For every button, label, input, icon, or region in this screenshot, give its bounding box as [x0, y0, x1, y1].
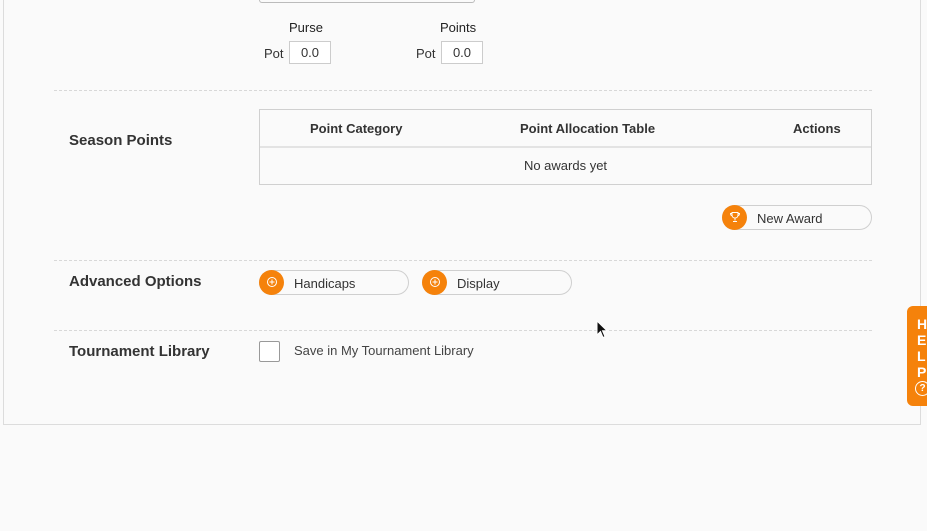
help-letter: P: [917, 364, 927, 380]
col-actions: Actions: [793, 121, 841, 136]
table-header: Point Category Point Allocation Table Ac…: [260, 110, 871, 148]
help-letters: H E L P: [917, 316, 927, 380]
col-point-allocation-table: Point Allocation Table: [520, 121, 656, 136]
display-label: Display: [457, 276, 500, 291]
col-point-category: Point Category: [310, 121, 403, 136]
section-divider: [54, 90, 872, 91]
help-letter: H: [917, 316, 927, 332]
section-divider: [54, 330, 872, 331]
display-button[interactable]: Display: [422, 270, 572, 295]
handicaps-button[interactable]: Handicaps: [259, 270, 409, 295]
empty-awards-message: No awards yet: [523, 158, 608, 173]
purse-pot-input[interactable]: 0.0: [289, 41, 331, 64]
points-heading: Points: [440, 20, 477, 35]
plus-icon: [259, 270, 284, 295]
plus-icon: [422, 270, 447, 295]
points-pot-label: Pot: [416, 46, 436, 61]
help-letter: E: [917, 332, 927, 348]
help-letter: L: [917, 348, 926, 364]
help-tab[interactable]: H E L P ?: [907, 306, 927, 406]
trophy-icon: [722, 205, 747, 230]
mouse-cursor-icon: [596, 320, 608, 339]
save-library-checkbox[interactable]: [259, 341, 280, 362]
question-icon: ?: [915, 381, 927, 396]
section-divider: [54, 260, 872, 261]
dropdown-bottom-edge[interactable]: [259, 0, 475, 3]
purse-pot-label: Pot: [264, 46, 284, 61]
new-award-button[interactable]: New Award: [722, 205, 872, 230]
purse-heading: Purse: [289, 20, 323, 35]
save-library-label[interactable]: Save in My Tournament Library: [294, 343, 474, 358]
handicaps-label: Handicaps: [294, 276, 356, 291]
season-points-table: Point Category Point Allocation Table Ac…: [259, 109, 872, 185]
advanced-options-label: Advanced Options: [69, 273, 202, 290]
points-pot-input[interactable]: 0.0: [441, 41, 483, 64]
new-award-label: New Award: [757, 211, 823, 226]
tournament-library-label: Tournament Library: [69, 343, 210, 360]
season-points-label: Season Points: [69, 132, 173, 149]
